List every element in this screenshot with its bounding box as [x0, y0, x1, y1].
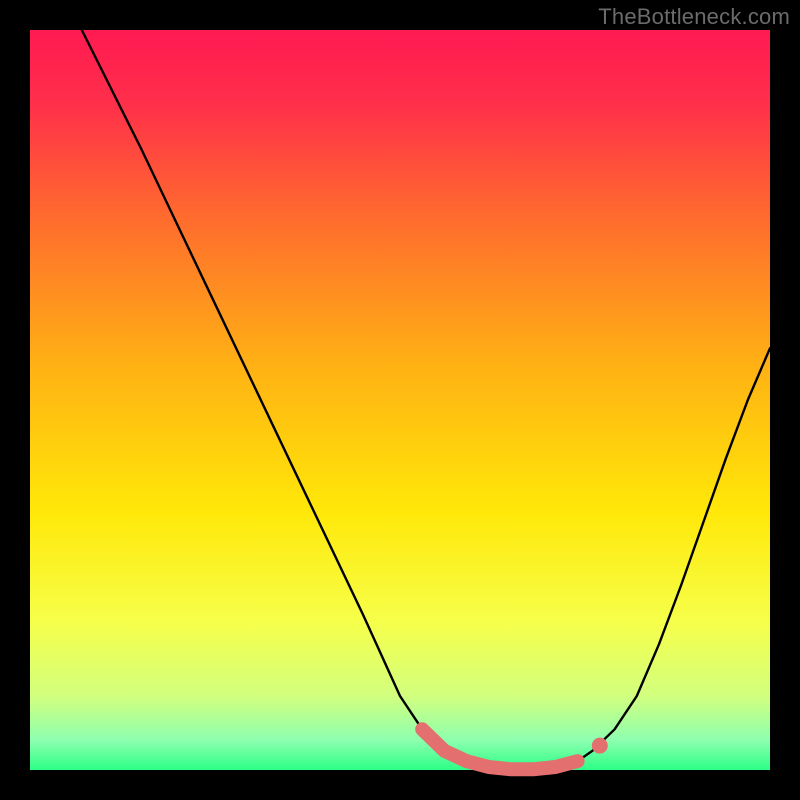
- plot-background: [30, 30, 770, 770]
- bottleneck-chart: [0, 0, 800, 800]
- chart-frame: TheBottleneck.com: [0, 0, 800, 800]
- optimal-zone-dot: [592, 738, 608, 754]
- watermark-label: TheBottleneck.com: [598, 4, 790, 30]
